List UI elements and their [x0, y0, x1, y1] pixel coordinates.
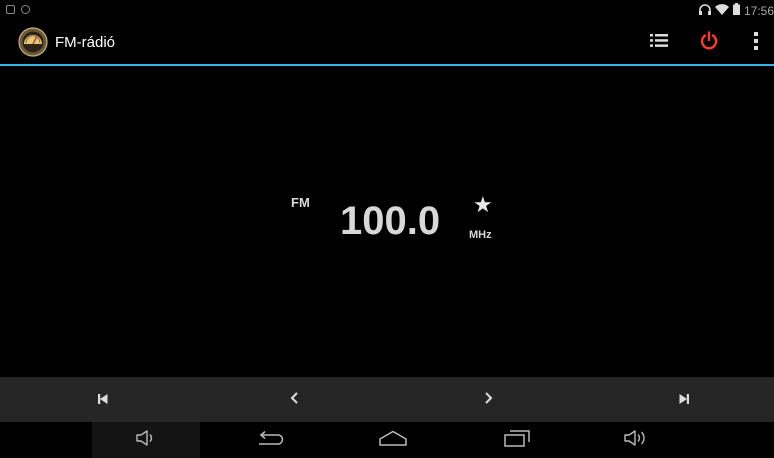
status-bar: 17:56 [0, 0, 774, 22]
seek-next-button[interactable] [659, 377, 709, 422]
step-forward-button[interactable] [464, 377, 514, 422]
back-button[interactable] [230, 422, 310, 458]
tuner-display: FM 100.0 ★ MHz [0, 66, 774, 377]
frequency-value: 100.0 [340, 199, 441, 243]
radio-app-icon[interactable] [18, 27, 48, 57]
home-icon [378, 430, 408, 451]
clock: 17:56 [743, 3, 774, 18]
overflow-menu-icon [753, 31, 759, 56]
tuning-controls [0, 377, 774, 422]
status-left-icons [6, 5, 30, 14]
volume-down-button[interactable] [92, 422, 200, 458]
seek-previous-icon [98, 391, 108, 409]
overflow-menu-button[interactable] [736, 22, 774, 64]
step-back-icon [290, 391, 298, 409]
seek-next-icon [679, 391, 689, 409]
home-button[interactable] [353, 422, 433, 458]
frequency-unit: MHz [469, 229, 492, 241]
volume-down-icon [136, 429, 156, 451]
recents-button[interactable] [477, 422, 557, 458]
band-label: FM [291, 195, 310, 210]
power-button[interactable] [689, 22, 729, 64]
station-list-button[interactable] [639, 22, 679, 64]
seek-previous-button[interactable] [78, 377, 128, 422]
battery-icon [732, 3, 740, 18]
step-back-button[interactable] [269, 377, 319, 422]
wifi-icon [714, 3, 729, 18]
status-right-icons: 17:56 [698, 3, 774, 18]
volume-up-icon [624, 429, 650, 451]
volume-up-button[interactable] [597, 422, 677, 458]
recents-icon [504, 429, 530, 452]
station-list-icon [650, 33, 668, 53]
headphones-icon [698, 3, 711, 18]
star-icon[interactable]: ★ [473, 194, 493, 216]
step-forward-icon [485, 391, 493, 409]
app-title: FM-rádió [55, 34, 116, 51]
back-icon [256, 430, 284, 451]
action-bar: FM-rádió [0, 22, 774, 66]
power-icon [700, 31, 718, 55]
system-nav-bar [0, 422, 774, 458]
screenshot-icon [6, 5, 15, 14]
notification-icon [21, 5, 30, 14]
